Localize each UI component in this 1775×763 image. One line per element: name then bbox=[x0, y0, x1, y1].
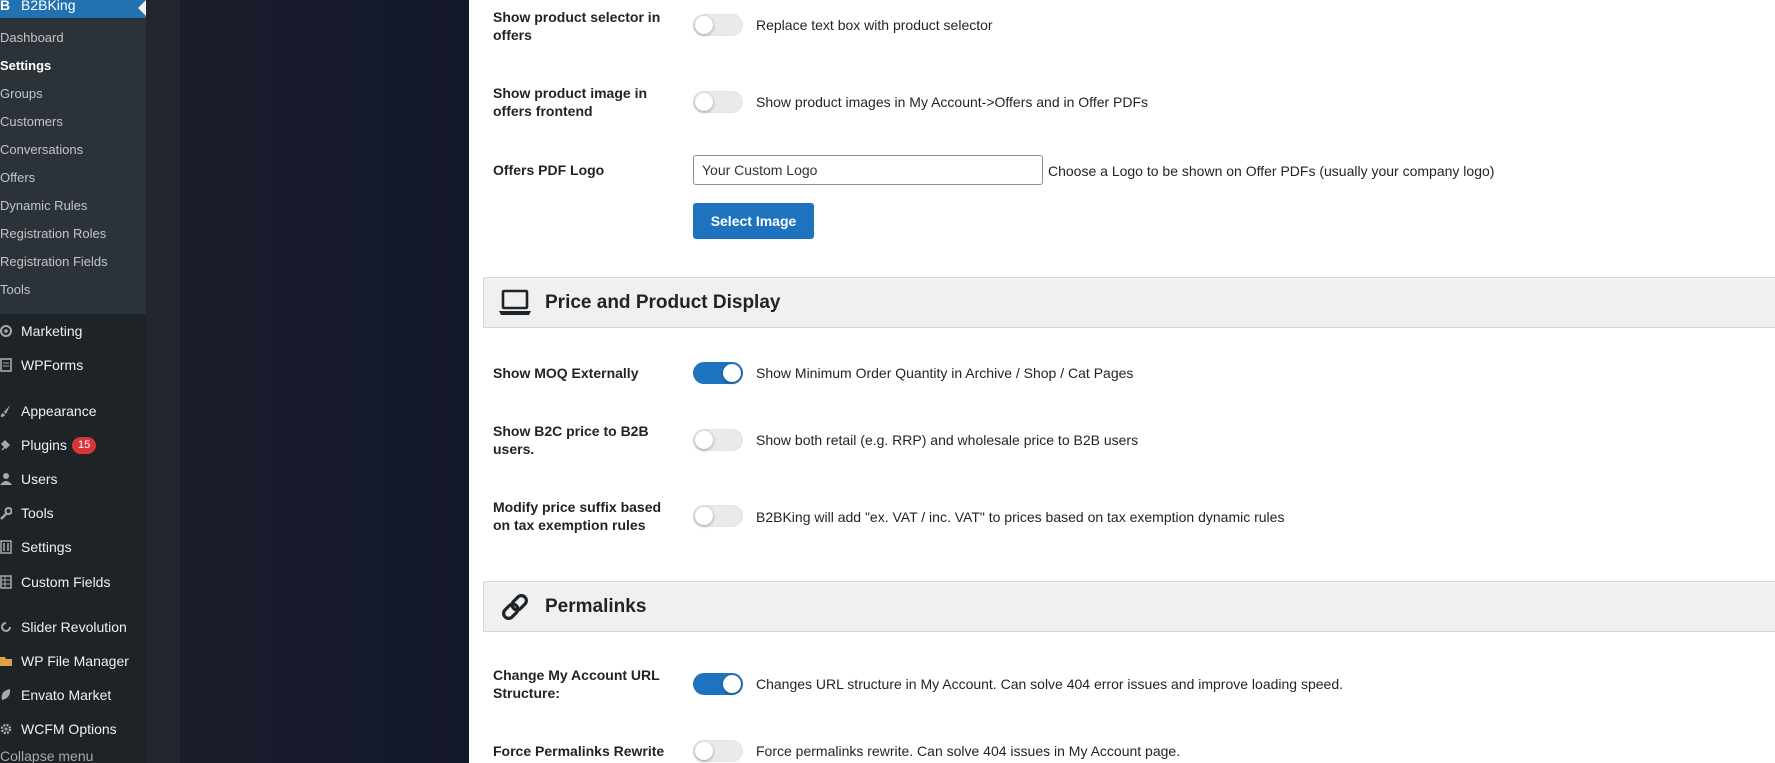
sidebar-brand-label: B2BKing bbox=[21, 0, 76, 13]
menu-item-wp-file-manager[interactable]: WP File Manager bbox=[0, 644, 146, 678]
sliders-icon bbox=[0, 530, 14, 564]
laptop-icon bbox=[498, 288, 532, 318]
b2bking-submenu: Dashboard Settings Groups Customers Conv… bbox=[0, 18, 146, 314]
menu-label-settings: Settings bbox=[21, 539, 72, 555]
submenu-item-dynamic-rules[interactable]: Dynamic Rules bbox=[0, 198, 87, 213]
toggle-knob bbox=[695, 93, 713, 111]
section-title: Price and Product Display bbox=[545, 292, 781, 313]
submenu-item-settings[interactable]: Settings bbox=[0, 58, 51, 73]
submenu-item-customers[interactable]: Customers bbox=[0, 114, 63, 129]
b2c-price-label: Show B2C price to B2B users. bbox=[493, 423, 649, 457]
account-url-toggle[interactable] bbox=[693, 673, 743, 695]
menu-label-wcfm-options: WCFM Options bbox=[21, 721, 117, 737]
account-url-desc: Changes URL structure in My Account. Can… bbox=[756, 676, 1344, 692]
toggle-knob bbox=[695, 507, 713, 525]
sidebar-shadow-strip bbox=[146, 0, 180, 763]
leaf-icon bbox=[0, 678, 14, 712]
b2c-price-toggle[interactable] bbox=[693, 429, 743, 451]
gear-icon bbox=[0, 712, 14, 746]
submenu-item-tools[interactable]: Tools bbox=[0, 282, 30, 297]
menu-label-wp-file-manager: WP File Manager bbox=[21, 653, 129, 669]
toggle-knob bbox=[695, 16, 713, 34]
megaphone-icon bbox=[0, 314, 14, 348]
pdf-logo-desc: Choose a Logo to be shown on Offer PDFs … bbox=[1048, 163, 1495, 179]
submenu-item-conversations[interactable]: Conversations bbox=[0, 142, 83, 157]
plugins-update-badge: 15 bbox=[72, 437, 97, 454]
menu-label-plugins: Plugins bbox=[21, 437, 67, 453]
price-display-section-header: Price and Product Display bbox=[483, 277, 1775, 328]
menu-item-users[interactable]: Users bbox=[0, 462, 146, 496]
menu-item-slider-revolution[interactable]: Slider Revolution bbox=[0, 610, 146, 644]
pdf-logo-label: Offers PDF Logo bbox=[493, 162, 605, 178]
product-image-desc: Show product images in My Account->Offer… bbox=[756, 94, 1149, 110]
permalinks-rewrite-label: Force Permalinks Rewrite bbox=[493, 743, 665, 759]
menu-item-envato-market[interactable]: Envato Market bbox=[0, 678, 146, 712]
permalinks-section-header: Permalinks bbox=[483, 581, 1775, 632]
menu-label-marketing: Marketing bbox=[21, 323, 83, 339]
form-icon bbox=[0, 348, 14, 382]
paintbrush-icon bbox=[0, 394, 14, 428]
menu-label-custom-fields: Custom Fields bbox=[21, 574, 111, 590]
refresh-icon bbox=[0, 610, 14, 644]
menu-item-custom-fields[interactable]: Custom Fields bbox=[0, 565, 146, 599]
price-suffix-toggle[interactable] bbox=[693, 505, 743, 527]
permalinks-rewrite-toggle[interactable] bbox=[693, 740, 743, 762]
b2c-price-desc: Show both retail (e.g. RRP) and wholesal… bbox=[756, 432, 1139, 448]
b2bking-icon: B bbox=[0, 0, 11, 13]
menu-item-tools[interactable]: Tools bbox=[0, 496, 146, 530]
menu-label-appearance: Appearance bbox=[21, 403, 97, 419]
toggle-knob bbox=[723, 364, 741, 382]
toggle-knob bbox=[723, 675, 741, 693]
menu-item-settings[interactable]: Settings bbox=[0, 530, 146, 564]
product-selector-label: Show product selector in offers bbox=[493, 9, 661, 43]
submenu-item-registration-roles[interactable]: Registration Roles bbox=[0, 226, 106, 241]
select-image-button[interactable]: Select Image bbox=[693, 203, 814, 239]
menu-label-envato-market: Envato Market bbox=[21, 687, 112, 703]
folder-icon bbox=[0, 644, 14, 678]
toggle-knob bbox=[695, 431, 713, 449]
menu-label-users: Users bbox=[21, 471, 58, 487]
submenu-item-dashboard[interactable]: Dashboard bbox=[0, 30, 64, 45]
product-selector-toggle[interactable] bbox=[693, 14, 743, 36]
menu-item-wpforms[interactable]: WPForms bbox=[0, 348, 146, 382]
menu-item-appearance[interactable]: Appearance bbox=[0, 394, 146, 428]
product-selector-desc: Replace text box with product selector bbox=[756, 17, 993, 33]
wrench-icon bbox=[0, 496, 14, 530]
account-url-label: Change My Account URL Structure: bbox=[493, 667, 660, 701]
link-icon bbox=[498, 592, 532, 622]
product-image-label: Show product image in offers frontend bbox=[493, 85, 648, 119]
menu-item-marketing[interactable]: Marketing bbox=[0, 314, 146, 348]
moq-label: Show MOQ Externally bbox=[493, 365, 639, 381]
menu-label-slider-revolution: Slider Revolution bbox=[21, 619, 127, 635]
submenu-item-offers[interactable]: Offers bbox=[0, 170, 35, 185]
page-background bbox=[146, 0, 469, 763]
plug-icon bbox=[0, 428, 14, 462]
table-icon bbox=[0, 565, 14, 599]
toggle-knob bbox=[695, 742, 713, 760]
moq-desc: Show Minimum Order Quantity in Archive /… bbox=[756, 365, 1134, 381]
admin-sidebar: B B2BKing Dashboard Settings Groups Cust… bbox=[0, 0, 146, 763]
moq-toggle[interactable] bbox=[693, 362, 743, 384]
pdf-logo-input[interactable] bbox=[693, 155, 1043, 185]
price-suffix-label: Modify price suffix based on tax exempti… bbox=[493, 499, 662, 533]
submenu-item-groups[interactable]: Groups bbox=[0, 86, 43, 101]
active-menu-notch bbox=[138, 0, 146, 16]
product-image-toggle[interactable] bbox=[693, 91, 743, 113]
section-title: Permalinks bbox=[545, 596, 647, 617]
submenu-item-registration-fields[interactable]: Registration Fields bbox=[0, 254, 108, 269]
price-suffix-desc: B2BKing will add "ex. VAT / inc. VAT" to… bbox=[756, 509, 1285, 525]
menu-label-wpforms: WPForms bbox=[21, 357, 84, 373]
menu-item-plugins[interactable]: Plugins 15 bbox=[0, 428, 146, 462]
collapse-menu-button[interactable]: Collapse menu bbox=[0, 748, 93, 763]
permalinks-rewrite-desc: Force permalinks rewrite. Can solve 404 … bbox=[756, 743, 1181, 759]
sidebar-brand-item[interactable]: B B2BKing bbox=[0, 0, 146, 18]
user-icon bbox=[0, 462, 14, 496]
menu-label-tools: Tools bbox=[21, 505, 54, 521]
settings-panel: Show product selector in offers Replace … bbox=[469, 0, 1775, 763]
menu-item-wcfm-options[interactable]: WCFM Options bbox=[0, 712, 146, 746]
